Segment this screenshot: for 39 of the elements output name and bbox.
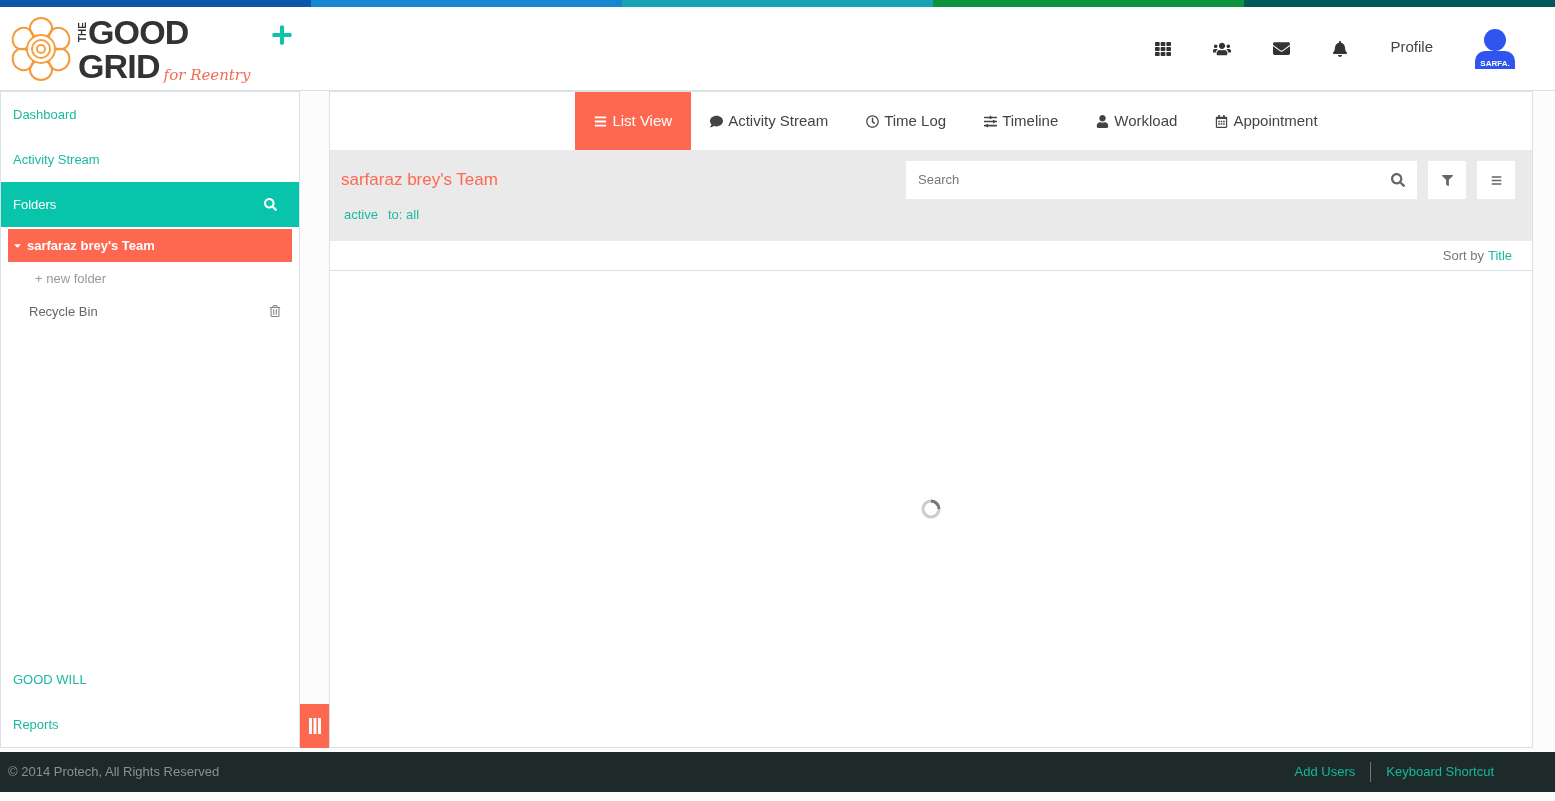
- sliders-icon: [984, 114, 998, 128]
- filter-icon: [1441, 174, 1453, 186]
- view-tab[interactable]: Activity Stream: [691, 92, 848, 150]
- calendar-icon: [1215, 114, 1229, 128]
- copyright-text: © 2014 Protech, All Rights Reserved: [8, 763, 220, 782]
- bell-icon[interactable]: [1332, 40, 1349, 57]
- apps-grid-icon[interactable]: [1155, 40, 1172, 57]
- footer-link[interactable]: Keyboard Shortcut: [1370, 762, 1509, 782]
- logo-text: THE: [78, 21, 88, 42]
- profile-link[interactable]: Profile: [1390, 36, 1433, 59]
- plus-icon: [270, 23, 293, 46]
- menu-button[interactable]: [1477, 161, 1515, 199]
- sidebar-toggle-button[interactable]: [300, 704, 329, 748]
- search-icon: [1391, 173, 1405, 187]
- bars-icon: [308, 718, 321, 734]
- menu-icon: [1490, 174, 1502, 186]
- recycle-bin-link[interactable]: Recycle Bin: [29, 301, 98, 321]
- footer-link[interactable]: Add Users: [1279, 762, 1371, 782]
- mail-icon[interactable]: [1273, 40, 1291, 57]
- clock-icon: [866, 114, 880, 128]
- new-folder-link[interactable]: + new folder: [35, 271, 107, 286]
- avatar-caption: SARFA.: [1480, 58, 1510, 69]
- list-icon: [594, 114, 608, 128]
- logo-tagline: for Reentry: [163, 67, 251, 83]
- comment-icon: [710, 114, 724, 128]
- trash-icon[interactable]: [269, 305, 281, 318]
- filter-button[interactable]: [1428, 161, 1466, 199]
- user-icon: [1096, 114, 1110, 128]
- view-tab[interactable]: Timeline: [965, 92, 1078, 150]
- panel-title: sarfaraz brey's Team: [341, 169, 498, 192]
- search-field[interactable]: Search: [906, 161, 1417, 199]
- search-input[interactable]: Search: [918, 170, 1391, 190]
- sort-label: Sort by: [1442, 246, 1484, 265]
- view-tab[interactable]: Workload: [1077, 92, 1197, 150]
- logo-text: GRID: [78, 48, 160, 83]
- view-tab[interactable]: Appointment: [1196, 92, 1337, 150]
- logo-text: GOOD: [88, 14, 189, 49]
- view-tab[interactable]: Time Log: [847, 92, 966, 150]
- folders-title: Folders: [13, 195, 57, 214]
